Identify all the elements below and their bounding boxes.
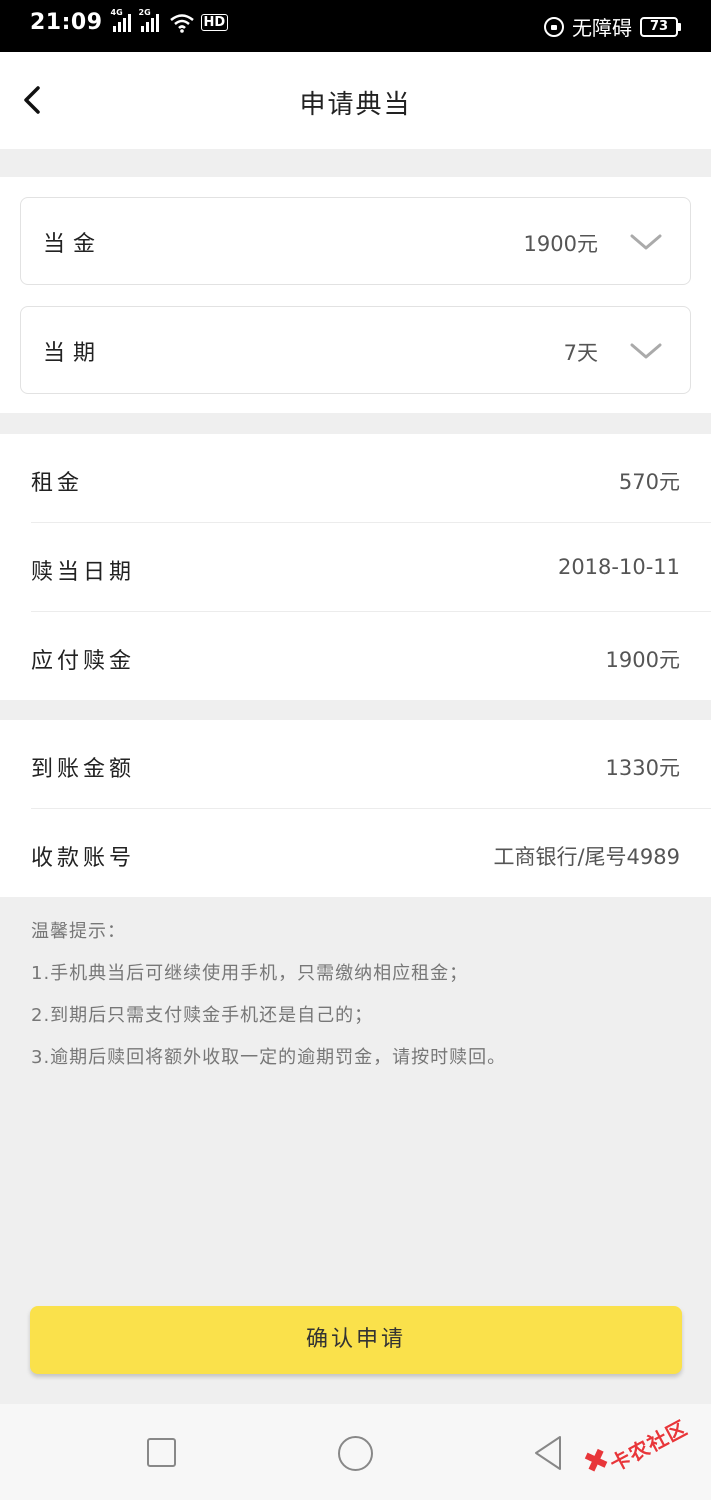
loan-term-value: 7天 <box>563 341 598 365</box>
tip-item: 1.手机典当后可继续使用手机，只需缴纳相应租金； <box>31 963 469 984</box>
hd-voice-icon: HD <box>200 14 229 31</box>
chevron-down-icon <box>630 343 662 359</box>
loan-amount-selector[interactable]: 当金 1900元 <box>20 197 691 285</box>
redeem-amount-label: 应付赎金 <box>31 649 136 674</box>
list-item: 租金 570元 <box>0 434 711 523</box>
list-item: 赎当日期 2018-10-11 <box>0 523 711 612</box>
wifi-icon <box>169 13 194 33</box>
battery-icon: 73 <box>640 16 681 37</box>
signal-4g-icon: 4G <box>111 8 131 32</box>
nav-bar: 申请典当 <box>0 52 711 149</box>
redeem-date-value: 2018-10-11 <box>557 555 680 579</box>
loan-term-label: 当期 <box>43 341 104 366</box>
accessibility-label: 无障碍 <box>572 16 632 40</box>
home-icon[interactable] <box>338 1436 373 1471</box>
back-triangle-icon[interactable] <box>532 1434 564 1472</box>
recent-apps-icon[interactable] <box>147 1438 176 1467</box>
redeem-date-label: 赎当日期 <box>31 560 136 585</box>
status-left: 21:09 4G 2G HD <box>30 8 229 35</box>
received-amount-value: 1330元 <box>605 756 680 780</box>
list-item: 应付赎金 1900元 <box>0 612 711 701</box>
status-time: 21:09 <box>30 10 103 35</box>
signal-2g-icon: 2G <box>139 8 159 32</box>
list-item: 到账金额 1330元 <box>0 720 711 809</box>
loan-term-selector[interactable]: 当期 7天 <box>20 306 691 394</box>
received-amount-label: 到账金额 <box>31 757 136 782</box>
list-item: 收款账号 工商银行/尾号4989 <box>0 809 711 898</box>
rent-label: 租金 <box>31 471 84 496</box>
status-right: 无障碍 73 <box>544 12 681 41</box>
watermark-logo: ✖ 卡农社区 <box>579 1410 701 1483</box>
status-bar: 21:09 4G 2G HD 无障碍 73 <box>0 0 711 52</box>
tips-section: 温馨提示： 1.手机典当后可继续使用手机，只需缴纳相应租金； 2.到期后只需支付… <box>31 915 691 1083</box>
redeem-amount-value: 1900元 <box>605 648 680 672</box>
tips-title: 温馨提示： <box>31 921 126 942</box>
loan-amount-value: 1900元 <box>523 232 598 256</box>
receiving-account-value: 工商银行/尾号4989 <box>493 845 680 869</box>
pawn-options-section: 当金 1900元 当期 7天 <box>0 177 711 413</box>
payout-section: 到账金额 1330元 收款账号 工商银行/尾号4989 <box>0 720 711 897</box>
tip-item: 2.到期后只需支付赎金手机还是自己的； <box>31 1005 374 1026</box>
chevron-down-icon <box>630 234 662 250</box>
receiving-account-label: 收款账号 <box>31 846 136 871</box>
fee-details-section: 租金 570元 赎当日期 2018-10-11 应付赎金 1900元 <box>0 434 711 700</box>
screen-lock-icon <box>544 16 564 37</box>
loan-amount-label: 当金 <box>43 232 104 257</box>
page-title: 申请典当 <box>299 90 412 120</box>
rent-value: 570元 <box>618 470 680 494</box>
tip-item: 3.逾期后赎回将额外收取一定的逾期罚金，请按时赎回。 <box>31 1047 507 1068</box>
confirm-apply-button[interactable]: 确认申请 <box>30 1306 682 1374</box>
watermark-text: 卡农社区 <box>605 1415 692 1477</box>
battery-level: 73 <box>640 16 678 37</box>
